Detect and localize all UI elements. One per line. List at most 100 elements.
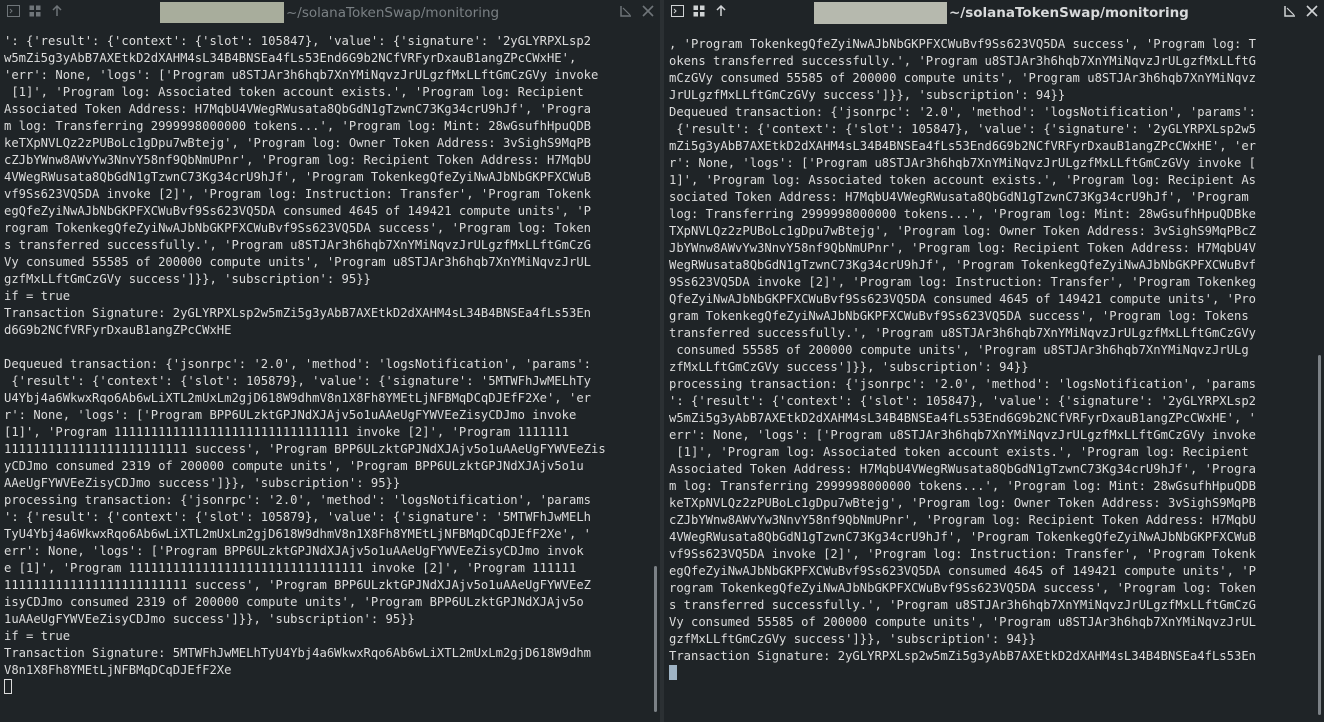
terminal-line: d6G9b2NCfVRFyrDxauB1angZPcCWxHE bbox=[4, 323, 232, 337]
close-icon[interactable] bbox=[1306, 5, 1318, 17]
terminal-line: Transaction Signature: 5MTWFhJwMELhTyU4Y… bbox=[4, 646, 591, 660]
terminal-window: ~/solanaTokenSwap/monitoring ': {'result… bbox=[0, 0, 1324, 722]
terminal-line: processing transaction: {'jsonrpc': '2.0… bbox=[4, 493, 591, 507]
terminal-line: transferred successfully.', 'Program u8S… bbox=[669, 326, 1256, 340]
terminal-line: s transferred successfully.', 'Program u… bbox=[669, 598, 1256, 612]
terminal-line: okens transferred successfully.', 'Progr… bbox=[669, 54, 1256, 68]
arrow-up-icon[interactable] bbox=[50, 4, 64, 18]
terminal-line: ': {'result': {'context': {'slot': 10584… bbox=[4, 34, 591, 48]
terminal-line: QfeZyiNwAJbNbGKPFXCWuBvf9Ss623VQ5DA cons… bbox=[669, 292, 1256, 306]
split-icon[interactable] bbox=[28, 4, 42, 18]
terminal-line: Transaction Signature: 2yGLYRPXLsp2w5mZi… bbox=[669, 649, 1256, 663]
terminal-line: JrULgzfMxLLftGmCzGVy success']}}, 'subsc… bbox=[669, 88, 1066, 102]
split-icon[interactable] bbox=[692, 4, 706, 18]
terminal-line: [1]', 'Program log: Associated token acc… bbox=[4, 85, 584, 99]
terminal-line: yCDJmo consumed 2319 of 200000 compute u… bbox=[4, 459, 584, 473]
arrow-up-icon[interactable] bbox=[714, 4, 728, 18]
terminal-line: cZJbYWnw8AWvYw3NnvY58nf9QbNmUPnr', 'Prog… bbox=[669, 513, 1256, 527]
terminal-line: gram TokenkegQfeZyiNwAJbNbGKPFXCWuBvf9Ss… bbox=[669, 309, 1249, 323]
terminal-line: err': None, 'logs': ['Program BPP6ULzktG… bbox=[4, 544, 584, 558]
terminal-line: keTXpNVLQz2zPUBoLc1gDpu7wBtejg', 'Progra… bbox=[669, 496, 1256, 510]
terminal-line: 4VWegRWusata8QbGdN1gTzwnC73Kg34crU9hJf',… bbox=[4, 170, 591, 184]
left-title-icons bbox=[6, 4, 64, 18]
terminal-line: m log: Transferring 2999998000000 tokens… bbox=[669, 479, 1256, 493]
left-title-bar: ~/solanaTokenSwap/monitoring bbox=[0, 0, 660, 25]
left-terminal-pane[interactable]: ~/solanaTokenSwap/monitoring ': {'result… bbox=[0, 0, 660, 722]
terminal-line: AAeUgFYWVEeZisyCDJmo success']}}, 'subsc… bbox=[4, 476, 401, 490]
redacted-hostname bbox=[814, 1, 947, 24]
terminal-line: Transaction Signature: 2yGLYRPXLsp2w5mZi… bbox=[4, 306, 591, 320]
minimize-icon[interactable] bbox=[620, 5, 632, 17]
right-window-controls bbox=[1284, 5, 1318, 17]
terminal-line: Associated Token Address: H7MqbU4VWegRWu… bbox=[669, 462, 1256, 476]
terminal-line: U4Ybj4a6WkwxRqo6Ab6wLiXTL2mUxLm2gjD618W9… bbox=[4, 391, 591, 405]
terminal-line: if = true bbox=[4, 629, 71, 643]
terminal-line: 'err': None, 'logs': ['Program u8STJAr3h… bbox=[4, 68, 599, 82]
terminal-line: 9Ss623VQ5DA invoke [2]', 'Program log: I… bbox=[669, 275, 1256, 289]
terminal-line: 1uAAeUgFYWVEeZisyCDJmo success']}}, 'sub… bbox=[4, 612, 415, 626]
terminal-line: w5mZi5g3yAbB7AXEtkD2dXAHM4sL34B4BNSEa4fL… bbox=[669, 411, 1256, 425]
terminal-line: err': None, 'logs': ['Program u8STJAr3h6… bbox=[669, 428, 1256, 442]
terminal-line: gzfMxLLftGmCzGVy success']}}, 'subscript… bbox=[669, 632, 1036, 646]
left-window-controls bbox=[620, 5, 654, 17]
terminal-line: rogram TokenkegQfeZyiNwAJbNbGKPFXCWuBvf9… bbox=[669, 581, 1256, 595]
terminal-line: Vy consumed 55585 of 200000 compute unit… bbox=[669, 615, 1256, 629]
left-scrollbar[interactable] bbox=[654, 566, 657, 712]
terminal-line: 1111111111111111111111111 success', 'Pro… bbox=[4, 578, 591, 592]
terminal-line: gzfMxLLftGmCzGVy success']}}, 'subscript… bbox=[4, 272, 371, 286]
terminal-line: Vy consumed 55585 of 200000 compute unit… bbox=[4, 255, 591, 269]
terminal-line: keTXpNVLQz2zPUBoLc1gDpu7wBtejg', 'Progra… bbox=[4, 136, 591, 150]
terminal-line: {'result': {'context': {'slot': 105879},… bbox=[4, 374, 591, 388]
terminal-line: r': None, 'logs': ['Program u8STJAr3h6hq… bbox=[669, 156, 1256, 170]
terminal-line: , 'Program TokenkegQfeZyiNwAJbNbGKPFXCWu… bbox=[669, 37, 1256, 51]
terminal-line: Dequeued transaction: {'jsonrpc': '2.0',… bbox=[4, 357, 591, 371]
left-terminal-output[interactable]: ': {'result': {'context': {'slot': 10584… bbox=[4, 33, 648, 722]
terminal-line: vf9Ss623VQ5DA invoke [2]', 'Program log:… bbox=[669, 547, 1256, 561]
prompt-line bbox=[669, 665, 1312, 682]
terminal-line: [1]', 'Program log: Associated token acc… bbox=[669, 445, 1249, 459]
terminal-line: s transferred successfully.', 'Program u… bbox=[4, 238, 591, 252]
right-title-bar: ~/solanaTokenSwap/monitoring bbox=[664, 0, 1324, 25]
close-icon[interactable] bbox=[642, 5, 654, 17]
right-scrollbar[interactable] bbox=[1318, 355, 1321, 715]
terminal-line: log: Transferring 2999998000000 tokens..… bbox=[669, 207, 1256, 221]
terminal-line: TXpNVLQz2zPUBoLc1gDpu7wBtejg', 'Program … bbox=[669, 224, 1256, 238]
terminal-cursor bbox=[669, 665, 677, 680]
terminal-line: V8n1X8Fh8YMEtLjNFBMqDCqDJEfF2Xe bbox=[4, 663, 232, 677]
terminal-line: egQfeZyiNwAJbNbGKPFXCWuBvf9Ss623VQ5DA co… bbox=[669, 564, 1256, 578]
terminal-line: JbYWnw8AWvYw3NnvY58nf9QbNmUPnr', 'Progra… bbox=[669, 241, 1256, 255]
terminal-line: egQfeZyiNwAJbNbGKPFXCWuBvf9Ss623VQ5DA co… bbox=[4, 204, 591, 218]
terminal-line: mZi5g3yAbB7AXEtkD2dXAHM4sL34B4BNSEa4fLs5… bbox=[669, 139, 1256, 153]
minimize-icon[interactable] bbox=[1284, 5, 1296, 17]
right-terminal-pane[interactable]: ~/solanaTokenSwap/monitoring , 'Program … bbox=[664, 0, 1324, 722]
terminal-line: {'result': {'context': {'slot': 105847},… bbox=[669, 122, 1256, 136]
right-title-path: ~/solanaTokenSwap/monitoring bbox=[949, 4, 1189, 21]
terminal-icon[interactable] bbox=[6, 4, 20, 18]
terminal-line: 4VWegRWusata8QbGdN1gTzwnC73Kg34crU9hJf',… bbox=[669, 530, 1256, 544]
terminal-line: [1]', 'Program 1111111111111111111111111… bbox=[4, 425, 569, 439]
terminal-line: rogram TokenkegQfeZyiNwAJbNbGKPFXCWuBvf9… bbox=[4, 221, 591, 235]
terminal-line: e [1]', 'Program 11111111111111111111111… bbox=[4, 561, 577, 575]
terminal-line: vf9Ss623VQ5DA invoke [2]', 'Program log:… bbox=[4, 187, 591, 201]
terminal-line: ': {'result': {'context': {'slot': 10587… bbox=[4, 510, 591, 524]
left-title-path: ~/solanaTokenSwap/monitoring bbox=[286, 4, 500, 21]
terminal-line: TyU4Ybj4a6WkwxRqo6Ab6wLiXTL2mUxLm2gjD618… bbox=[4, 527, 591, 541]
terminal-line: WegRWusata8QbGdN1gTzwnC73Kg34crU9hJf', '… bbox=[669, 258, 1256, 272]
terminal-line: sociated Token Address: H7MqbU4VWegRWusa… bbox=[669, 190, 1249, 204]
terminal-line: Associated Token Address: H7MqbU4VWegRWu… bbox=[4, 102, 591, 116]
terminal-line: mCzGVy consumed 55585 of 200000 compute … bbox=[669, 71, 1256, 85]
terminal-cursor bbox=[4, 679, 12, 694]
terminal-line: w5mZi5g3yAbB7AXEtkD2dXAHM4sL34B4BNSEa4fL… bbox=[4, 51, 577, 65]
right-terminal-output[interactable]: , 'Program TokenkegQfeZyiNwAJbNbGKPFXCWu… bbox=[669, 36, 1312, 722]
left-window-title: ~/solanaTokenSwap/monitoring bbox=[160, 2, 499, 23]
terminal-line: m log: Transferring 2999998000000 tokens… bbox=[4, 119, 591, 133]
right-window-title: ~/solanaTokenSwap/monitoring bbox=[814, 1, 1189, 24]
redacted-hostname bbox=[160, 2, 284, 23]
right-title-icons bbox=[670, 4, 728, 18]
terminal-line: consumed 55585 of 200000 compute units',… bbox=[669, 343, 1249, 357]
terminal-line: zfMxLLftGmCzGVy success']}}, 'subscripti… bbox=[669, 360, 1029, 374]
terminal-icon[interactable] bbox=[670, 4, 684, 18]
terminal-line: processing transaction: {'jsonrpc': '2.0… bbox=[669, 377, 1256, 391]
terminal-line: ': {'result': {'context': {'slot': 10584… bbox=[669, 394, 1256, 408]
terminal-line: r': None, 'logs': ['Program BPP6ULzktGPJ… bbox=[4, 408, 577, 422]
